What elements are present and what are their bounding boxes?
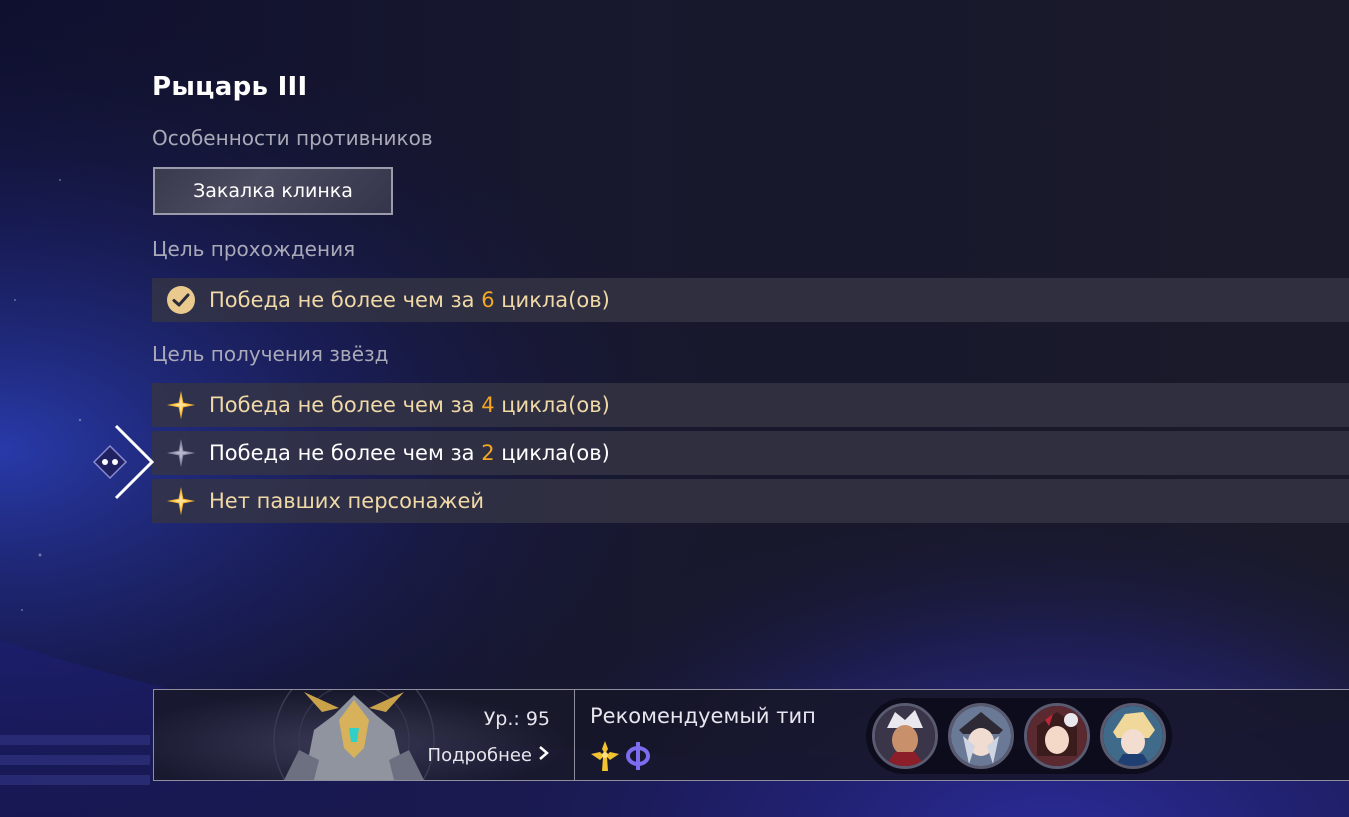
- party-avatar[interactable]: [948, 703, 1014, 769]
- imaginary-type-icon: [624, 740, 652, 776]
- star-goal-row: Победа не более чем за 2 цикла(ов): [152, 431, 1349, 475]
- enemy-details-label: Подробнее: [427, 745, 532, 766]
- enemy-card[interactable]: Ур.: 95 Подробнее: [154, 690, 575, 780]
- party-avatars: [866, 698, 1172, 774]
- star-goal-text: Победа не более чем за 4 цикла(ов): [209, 393, 610, 417]
- checkmark-icon: [166, 285, 196, 315]
- star-goal-row: Победа не более чем за 4 цикла(ов): [152, 383, 1349, 427]
- star-goal-text: Победа не более чем за 2 цикла(ов): [209, 441, 610, 465]
- star-goal-row: Нет павших персонажей: [152, 479, 1349, 523]
- star-goals-label: Цель получения звёзд: [152, 342, 389, 366]
- star-icon: [166, 390, 196, 420]
- party-avatar[interactable]: [1024, 703, 1090, 769]
- clear-goal-row: Победа не более чем за 6 цикла(ов): [152, 278, 1349, 322]
- party-avatar[interactable]: [872, 703, 938, 769]
- star-icon: [166, 438, 196, 468]
- stage-title: Рыцарь III: [152, 72, 308, 102]
- recommended-type-label: Рекомендуемый тип: [590, 704, 816, 728]
- clear-goal-text: Победа не более чем за 6 цикла(ов): [209, 288, 610, 312]
- enemy-features-label: Особенности противников: [152, 126, 433, 150]
- enemy-feature-button[interactable]: Закалка клинка: [153, 167, 393, 215]
- star-icon: [166, 486, 196, 516]
- enemy-details-link[interactable]: Подробнее: [428, 745, 550, 766]
- selection-cursor-icon: [92, 424, 156, 500]
- enemy-info-panel: Ур.: 95 Подробнее Рекомендуемый тип: [153, 689, 1349, 781]
- chevron-right-icon: [538, 745, 550, 766]
- enemy-portrait-icon: [273, 690, 435, 780]
- clear-goal-label: Цель прохождения: [152, 237, 356, 261]
- recommended-types: [590, 740, 652, 776]
- quantum-type-icon: [590, 740, 620, 776]
- enemy-level: Ур.: 95: [483, 708, 550, 730]
- star-goal-text: Нет павших персонажей: [209, 489, 485, 513]
- enemy-feature-label: Закалка клинка: [193, 180, 353, 202]
- party-avatar[interactable]: [1100, 703, 1166, 769]
